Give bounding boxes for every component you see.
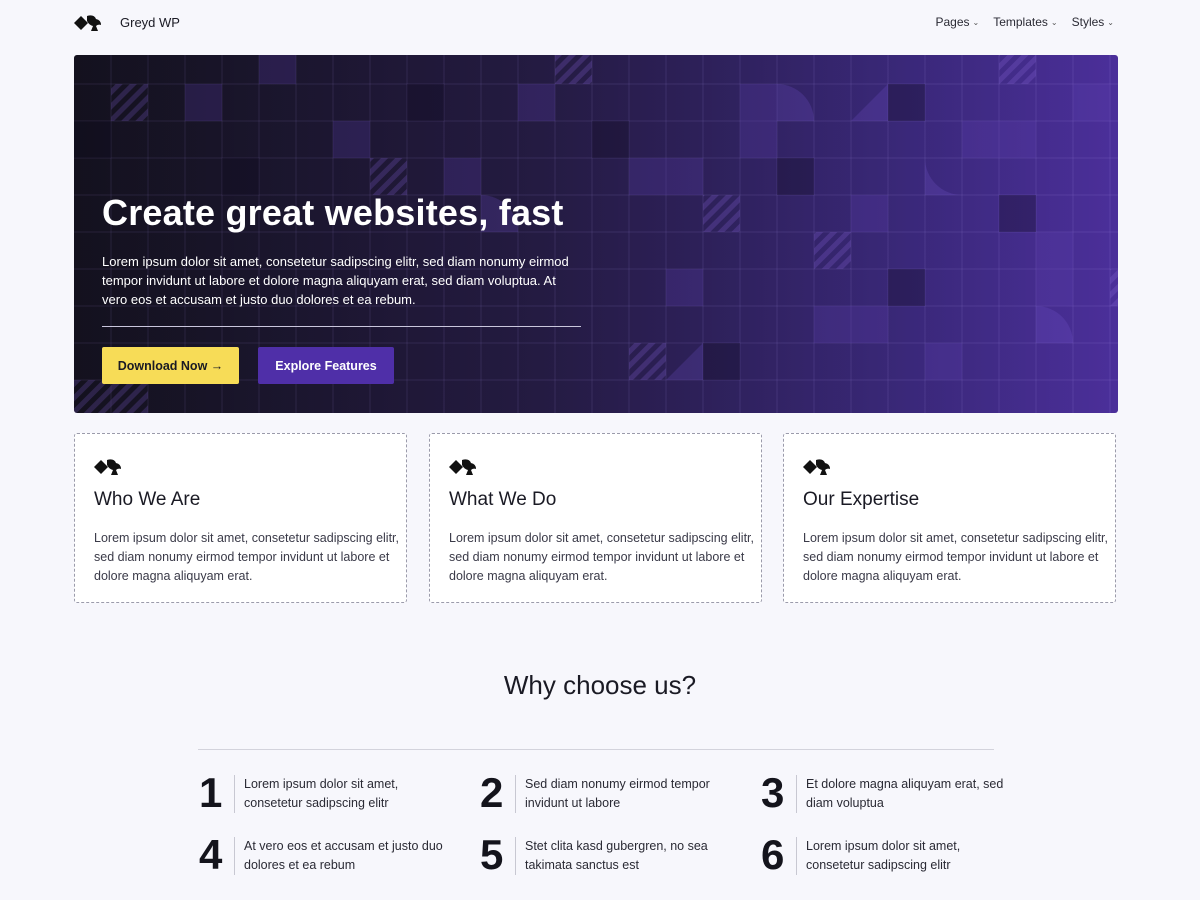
nav-item-label: Styles [1071, 15, 1105, 29]
card-text: Lorem ipsum dolor sit amet, consetetur s… [803, 531, 1108, 583]
explore-features-button[interactable]: Explore Features [258, 347, 394, 384]
card-our-expertise: Our Expertise Lorem ipsum dolor sit amet… [783, 433, 1116, 603]
feature-item: 2 Sed diam nonumy eirmod tempor invidunt… [480, 769, 740, 817]
chevron-down-icon: ⌄ [972, 17, 980, 27]
feature-item: 1 Lorem ipsum dolor sit amet, consetetur… [199, 769, 459, 817]
section-divider [198, 749, 994, 750]
greyd-logo-icon [94, 459, 121, 475]
card-title: Who We Are [94, 489, 201, 510]
greyd-logo-icon [449, 459, 476, 475]
card-who-we-are: Who We Are Lorem ipsum dolor sit amet, c… [74, 433, 407, 603]
hero-title: Create great websites, fast [102, 192, 564, 233]
greyd-logo-icon [803, 459, 830, 475]
card-what-we-do: What We Do Lorem ipsum dolor sit amet, c… [429, 433, 762, 603]
feature-item: 5 Stet clita kasd gubergren, no sea taki… [480, 831, 740, 879]
feature-text: At vero eos et accusam et justo duo dolo… [244, 839, 443, 872]
feature-number: 3 [761, 769, 785, 816]
feature-separator [234, 837, 235, 875]
feature-text: Stet clita kasd gubergren, no sea takima… [525, 839, 708, 872]
feature-item: 6 Lorem ipsum dolor sit amet, consetetur… [761, 831, 1021, 879]
feature-item: 3 Et dolore magna aliquyam erat, sed dia… [761, 769, 1021, 817]
card-text: Lorem ipsum dolor sit amet, consetetur s… [94, 531, 399, 583]
site-header: Greyd WP Pages ⌄ Templates ⌄ Styles ⌄ [0, 0, 1200, 46]
section-title: Why choose us? [503, 670, 697, 700]
nav-item-label: Templates [993, 15, 1048, 29]
feature-item: 4 At vero eos et accusam et justo duo do… [199, 831, 459, 879]
feature-text: Lorem ipsum dolor sit amet, consetetur s… [806, 839, 961, 872]
feature-number: 5 [480, 831, 504, 878]
nav-item-label: Pages [935, 15, 970, 29]
feature-text: Sed diam nonumy eirmod tempor invidunt u… [525, 777, 710, 810]
feature-separator [515, 775, 516, 813]
card-title: What We Do [449, 489, 557, 510]
feature-number: 2 [480, 769, 504, 816]
chevron-down-icon: ⌄ [1107, 17, 1114, 27]
nav-item-styles[interactable]: Styles ⌄ [1072, 15, 1114, 29]
feature-separator [796, 837, 797, 875]
feature-separator [515, 837, 516, 875]
card-text: Lorem ipsum dolor sit amet, consetetur s… [449, 531, 754, 583]
feature-separator [796, 775, 797, 813]
site-title[interactable]: Greyd WP [120, 15, 180, 30]
card-title: Our Expertise [803, 489, 920, 510]
chevron-down-icon: ⌄ [1050, 17, 1058, 27]
feature-number: 1 [199, 769, 223, 816]
feature-separator [234, 775, 235, 813]
hero-banner: Create great websites, fast Lorem ipsum … [74, 55, 1118, 413]
feature-text: Lorem ipsum dolor sit amet, consetetur s… [244, 777, 399, 810]
main-nav: Pages ⌄ Templates ⌄ Styles ⌄ [935, 15, 1114, 29]
feature-number: 4 [199, 831, 223, 878]
hero-divider [102, 326, 581, 327]
feature-number: 6 [761, 831, 785, 878]
nav-item-pages[interactable]: Pages ⌄ [935, 15, 979, 29]
nav-item-templates[interactable]: Templates ⌄ [993, 15, 1057, 29]
greyd-logo-icon[interactable] [74, 14, 102, 32]
feature-text: Et dolore magna aliquyam erat, sed diam … [806, 777, 1004, 810]
hero-description: Lorem ipsum dolor sit amet, consetetur s… [102, 254, 569, 307]
download-now-button[interactable]: Download Now → [102, 347, 239, 384]
